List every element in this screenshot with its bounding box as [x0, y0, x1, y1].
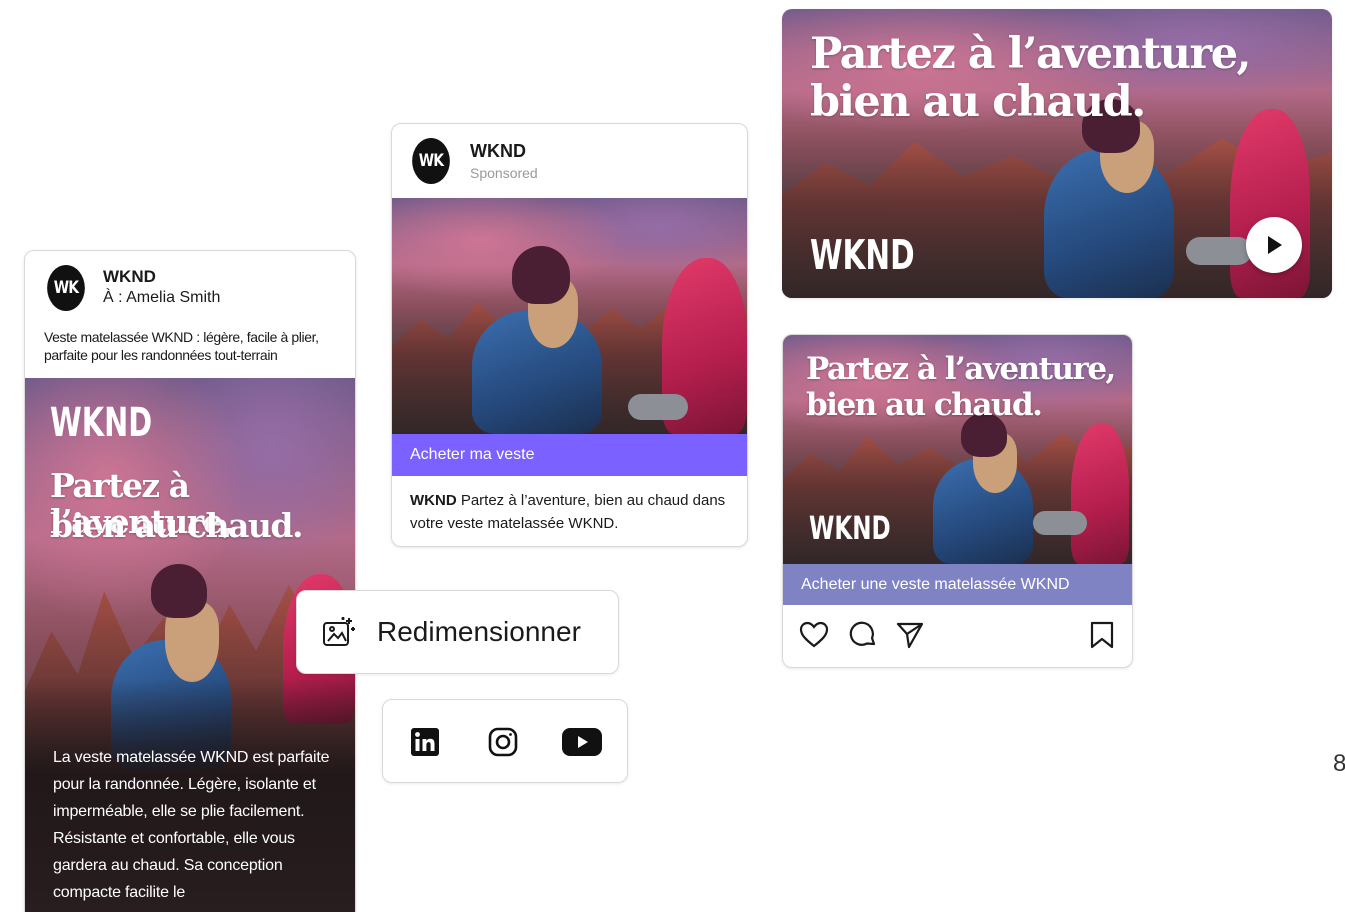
- share-icon[interactable]: [895, 620, 925, 650]
- brand-avatar: WK: [47, 265, 85, 311]
- sponsored-image: [392, 198, 747, 434]
- instagram-post-card: Partez à l’aventure, bien au chaud. WKND…: [782, 334, 1133, 668]
- video-headline-line2: bien au chaud.: [810, 77, 1146, 127]
- sponsored-label: Sponsored: [470, 165, 538, 181]
- bookmark-icon[interactable]: [1089, 620, 1115, 650]
- video-wknd-logo: WKND: [810, 231, 915, 279]
- sponsored-caption-text: Partez à l’aventure, bien au chaud dans …: [410, 492, 726, 532]
- sponsored-caption-brand: WKND: [410, 492, 457, 509]
- resize-icon: [321, 615, 357, 649]
- resize-button[interactable]: Redimensionner: [296, 590, 619, 674]
- linkedin-icon[interactable]: [411, 728, 439, 756]
- instagram-icon[interactable]: [488, 727, 518, 757]
- email-preheader: Veste matelassée WKND : légère, facile à…: [44, 329, 319, 363]
- instagram-headline-line2: bien au chaud.: [806, 387, 1043, 423]
- edge-text: 8: [1333, 750, 1345, 777]
- social-channels: [382, 699, 628, 783]
- sponsored-cta-button[interactable]: Acheter ma veste: [392, 434, 747, 476]
- comment-icon[interactable]: [848, 620, 878, 650]
- email-body-text: La veste matelassée WKND est parfaite po…: [53, 749, 330, 901]
- youtube-icon[interactable]: [562, 728, 602, 756]
- instagram-cta-button[interactable]: Acheter une veste matelassée WKND: [783, 564, 1132, 605]
- email-wknd-logo: WKND: [50, 400, 153, 446]
- play-icon: [1268, 236, 1282, 254]
- email-recipient: À : Amelia Smith: [103, 289, 221, 306]
- heart-icon[interactable]: [799, 621, 829, 649]
- sponsored-brand-name: WKND: [470, 141, 526, 161]
- email-headline-line2: bien au chaud.: [50, 506, 303, 545]
- instagram-headline-line1: Partez à l’aventure,: [806, 351, 1116, 387]
- sponsored-caption: WKND Partez à l’aventure, bien au chaud …: [410, 489, 730, 535]
- video-headline-line1: Partez à l’aventure,: [810, 29, 1252, 79]
- instagram-image: Partez à l’aventure, bien au chaud. WKND: [783, 335, 1132, 564]
- sponsored-post-card: WK WKND Sponsored Acheter ma veste WKND …: [391, 123, 748, 547]
- brand-avatar: WK: [412, 138, 450, 184]
- canvas: WK WKND À : Amelia Smith Veste matelassé…: [0, 0, 1345, 912]
- play-button[interactable]: [1246, 217, 1302, 273]
- email-sender-name: WKND: [103, 267, 156, 286]
- resize-button-label: Redimensionner: [377, 616, 581, 647]
- email-preview-card: WK WKND À : Amelia Smith Veste matelassé…: [24, 250, 356, 912]
- video-ad-card: Partez à l’aventure, bien au chaud. WKND: [782, 9, 1332, 298]
- instagram-wknd-logo: WKND: [809, 509, 891, 547]
- instagram-action-bar: [783, 605, 1132, 667]
